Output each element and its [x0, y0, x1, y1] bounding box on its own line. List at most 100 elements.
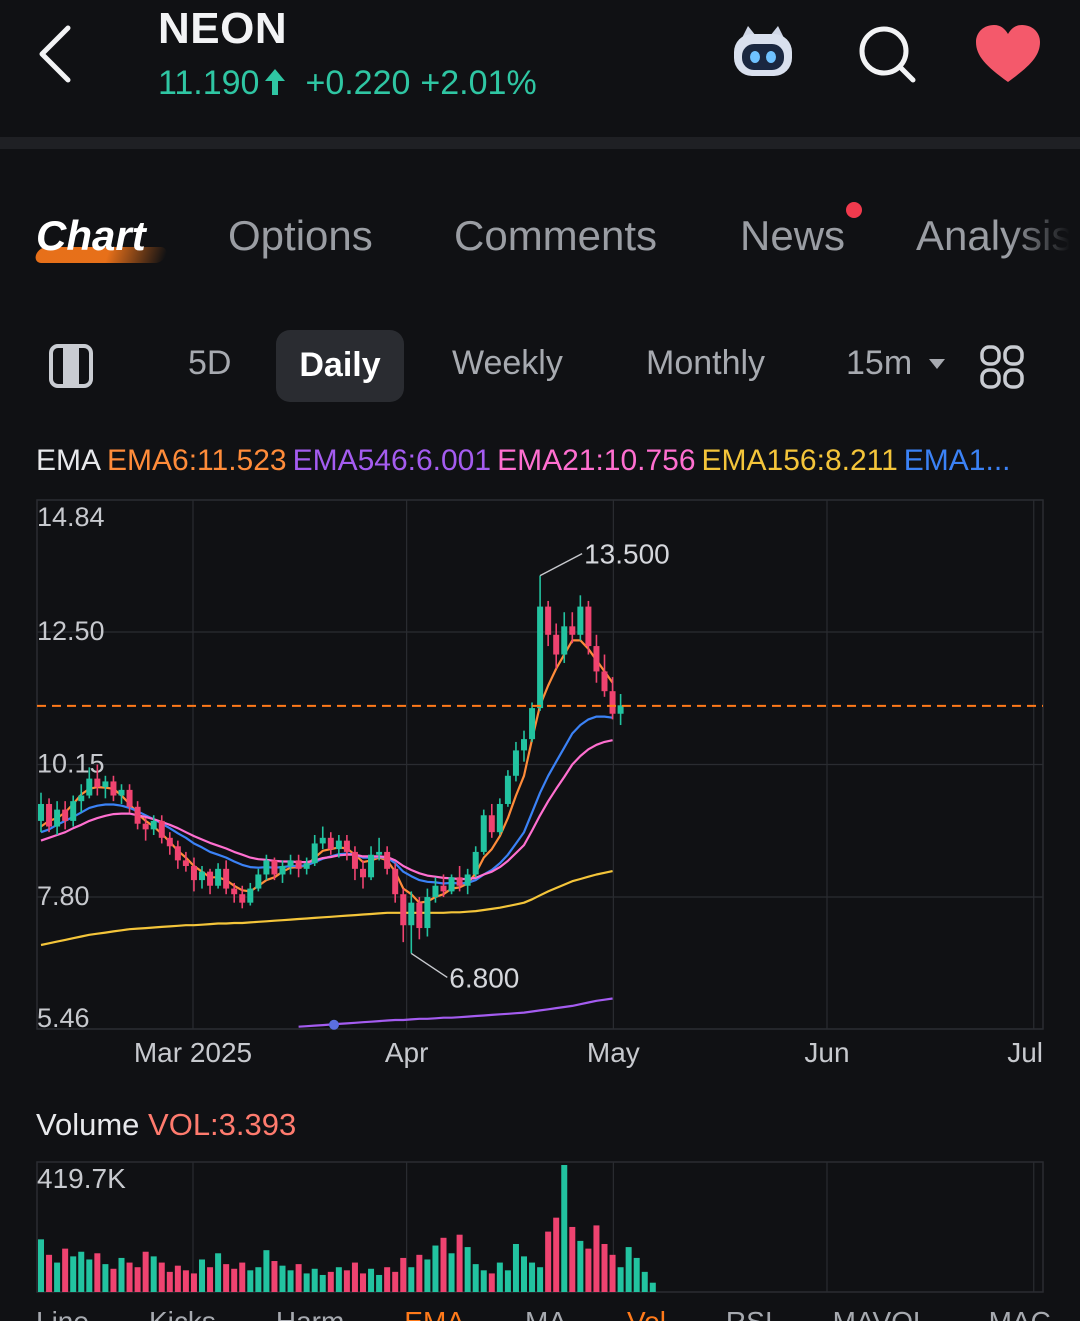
volume-bar — [327, 1271, 334, 1292]
layout-toggle-button[interactable] — [48, 343, 94, 389]
candlestick — [255, 868, 262, 892]
candlestick — [279, 860, 286, 883]
volume-bar — [496, 1262, 503, 1292]
candlestick — [416, 897, 423, 940]
volume-bar — [488, 1273, 495, 1292]
tab-chart[interactable]: Chart — [36, 212, 146, 260]
search-button[interactable] — [855, 22, 919, 86]
indicator-tab[interactable]: Kicks — [149, 1306, 216, 1321]
candle-body — [295, 860, 302, 869]
candlestick — [537, 575, 544, 711]
more-indicators-button[interactable] — [980, 345, 1024, 389]
volume-bar — [263, 1250, 270, 1292]
interval-dropdown[interactable]: 15m — [846, 344, 946, 383]
last-price: 11.190 — [158, 64, 260, 102]
candlestick — [166, 832, 173, 855]
layout-toggle-icon — [49, 344, 93, 388]
candlestick — [504, 770, 511, 807]
volume-legend[interactable]: Volume VOL:3.393 — [36, 1107, 296, 1143]
ema6-value: EMA6:11.523 — [107, 444, 287, 477]
grid-icon — [980, 345, 1024, 389]
indicator-tab[interactable]: MA — [525, 1306, 567, 1321]
candle-body — [287, 860, 294, 867]
robot-assistant-icon — [734, 26, 792, 76]
candlestick — [553, 623, 560, 669]
period-5d[interactable]: 5D — [188, 344, 231, 383]
volume-bar — [86, 1259, 93, 1292]
ai-assistant-button[interactable] — [730, 22, 796, 82]
volume-bar — [432, 1245, 439, 1292]
back-button[interactable] — [28, 22, 88, 86]
volume-bar — [368, 1268, 375, 1292]
volume-bar — [295, 1264, 302, 1292]
candlestick — [617, 694, 624, 726]
candlestick — [311, 834, 318, 867]
indicator-tab[interactable]: Harm — [276, 1306, 344, 1321]
candle-body — [496, 803, 503, 833]
period-weekly[interactable]: Weekly — [452, 344, 563, 383]
tab-options[interactable]: Options — [228, 212, 373, 260]
candle-body — [392, 868, 399, 895]
ema-lines — [40, 639, 614, 1030]
candlestick — [408, 891, 415, 954]
candle-body — [512, 750, 519, 776]
candlestick — [577, 595, 584, 641]
candle-body — [86, 778, 93, 796]
candlestick — [223, 860, 230, 895]
volume-bar — [360, 1273, 366, 1292]
candle-body — [239, 894, 246, 903]
volume-value: VOL:3.393 — [148, 1107, 297, 1142]
price-y-tick-label: 5.46 — [37, 1003, 90, 1033]
indicator-tab[interactable]: MAC — [989, 1306, 1051, 1321]
volume-bar — [456, 1234, 463, 1292]
volume-bar — [472, 1264, 479, 1292]
price-x-tick-label: Jul — [1007, 1037, 1043, 1068]
tab-comments[interactable]: Comments — [454, 212, 657, 260]
volume-bar — [182, 1270, 189, 1292]
quote-row: 11.190 +0.220 +2.01% — [158, 64, 547, 103]
ticker-symbol: NEON — [158, 4, 288, 53]
candlestick — [593, 634, 600, 683]
indicator-tab[interactable]: Line — [36, 1306, 89, 1321]
volume-bar — [102, 1264, 109, 1292]
candle-body — [327, 837, 334, 850]
candle-body — [585, 606, 592, 647]
indicator-tab[interactable]: Vol — [627, 1306, 666, 1321]
candle-body — [54, 809, 61, 827]
volume-bar — [529, 1262, 536, 1292]
candle-body — [432, 885, 439, 898]
volume-bar — [577, 1240, 584, 1292]
volume-chart[interactable]: 419.7K — [0, 1150, 1080, 1300]
price-chart[interactable]: 14.84 12.50 10.15 7.80 5.46 Mar 2025 Apr May Ju… — [0, 490, 1080, 1080]
ema-legend[interactable]: EMA EMA6:11.523 EMA546:6.001 EMA21:10.756 EM… — [36, 444, 1017, 478]
volume-bar — [319, 1274, 326, 1292]
candle-body — [408, 902, 415, 926]
favorite-button[interactable] — [972, 22, 1044, 86]
volume-bar — [448, 1253, 455, 1292]
candle-body — [199, 871, 205, 881]
volume-bar — [38, 1239, 44, 1292]
header-divider — [0, 137, 1080, 149]
volume-bar — [593, 1225, 600, 1292]
volume-bar — [400, 1257, 407, 1292]
period-monthly[interactable]: Monthly — [646, 344, 765, 383]
candle-body — [601, 671, 608, 692]
candlestick — [400, 888, 407, 943]
indicator-tab[interactable]: RSI — [726, 1306, 773, 1321]
period-daily[interactable]: Daily — [276, 346, 404, 385]
candle-body — [303, 863, 310, 869]
tab-news[interactable]: News — [740, 212, 845, 260]
indicator-tabs[interactable]: Line Kicks Harm EMA MA Vol RSI MAVOL MAC — [36, 1302, 1080, 1321]
candlestick — [609, 677, 616, 720]
candle-body — [521, 739, 527, 751]
volume-bar — [78, 1251, 85, 1292]
candle-body — [456, 877, 463, 886]
candlestick — [545, 600, 552, 647]
indicator-tab[interactable]: EMA — [404, 1306, 465, 1321]
candlestick — [488, 803, 495, 838]
candlestick — [287, 854, 294, 875]
candle-body — [223, 868, 230, 889]
volume-bar — [561, 1165, 568, 1292]
indicator-tab[interactable]: MAVOL — [833, 1306, 929, 1321]
candlestick — [480, 809, 487, 855]
